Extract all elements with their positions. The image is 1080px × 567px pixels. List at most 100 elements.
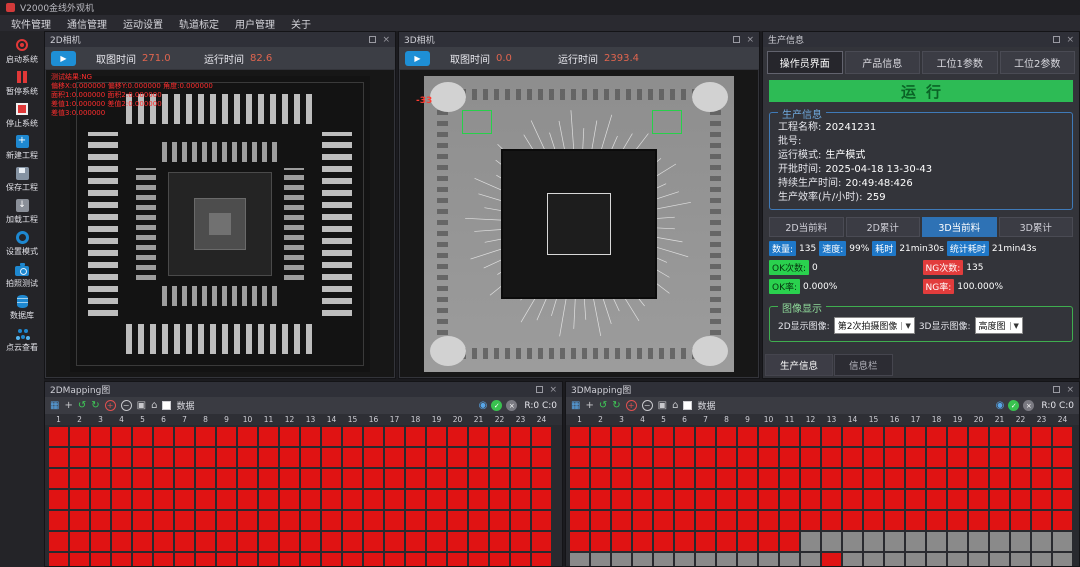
clear-mark-icon[interactable]: ×: [506, 400, 517, 411]
die-cell[interactable]: [217, 511, 236, 530]
die-cell[interactable]: [301, 490, 320, 509]
die-cell[interactable]: [532, 469, 551, 488]
tab-operator[interactable]: 操作员界面: [767, 51, 843, 74]
die-cell[interactable]: [322, 448, 341, 467]
die-cell[interactable]: [70, 448, 89, 467]
float-icon[interactable]: [1053, 386, 1060, 393]
die-cell[interactable]: [133, 448, 152, 467]
die-cell[interactable]: [532, 532, 551, 551]
die-cell[interactable]: [738, 469, 757, 488]
die-cell[interactable]: [717, 469, 736, 488]
die-cell[interactable]: [364, 490, 383, 509]
die-cell[interactable]: [738, 553, 757, 566]
die-cell[interactable]: [822, 448, 841, 467]
die-cell[interactable]: [675, 553, 694, 566]
close-icon[interactable]: ×: [1066, 385, 1074, 395]
die-cell[interactable]: [364, 511, 383, 530]
sidebar-item-stop[interactable]: 停止系统: [0, 102, 44, 129]
die-cell[interactable]: [154, 469, 173, 488]
close-icon[interactable]: ×: [1066, 35, 1074, 45]
menu-communication[interactable]: 通信管理: [60, 15, 114, 32]
die-cell[interactable]: [259, 553, 278, 566]
die-cell[interactable]: [511, 490, 530, 509]
grid-icon[interactable]: ▦: [50, 401, 59, 411]
die-cell[interactable]: [490, 427, 509, 446]
display-2d-select[interactable]: 第2次拍摄图像▼: [834, 317, 915, 334]
die-cell[interactable]: [780, 448, 799, 467]
menu-user[interactable]: 用户管理: [228, 15, 282, 32]
die-cell[interactable]: [196, 427, 215, 446]
die-cell[interactable]: [906, 511, 925, 530]
die-cell[interactable]: [238, 427, 257, 446]
die-cell[interactable]: [406, 448, 425, 467]
sidebar-item-point-cloud[interactable]: 点云查看: [0, 326, 44, 353]
die-cell[interactable]: [1032, 490, 1051, 509]
float-icon[interactable]: [733, 36, 740, 43]
die-cell[interactable]: [259, 448, 278, 467]
die-cell[interactable]: [1032, 532, 1051, 551]
die-cell[interactable]: [591, 427, 610, 446]
die-cell[interactable]: [301, 553, 320, 566]
die-cell[interactable]: [696, 490, 715, 509]
die-cell[interactable]: [612, 532, 631, 551]
die-cell[interactable]: [654, 427, 673, 446]
die-cell[interactable]: [70, 427, 89, 446]
die-cell[interactable]: [885, 511, 904, 530]
die-cell[interactable]: [217, 532, 236, 551]
die-cell[interactable]: [133, 532, 152, 551]
die-cell[interactable]: [364, 427, 383, 446]
die-cell[interactable]: [780, 469, 799, 488]
die-cell[interactable]: [385, 427, 404, 446]
die-cell[interactable]: [780, 490, 799, 509]
die-cell[interactable]: [864, 553, 883, 566]
die-cell[interactable]: [822, 532, 841, 551]
die-cell[interactable]: [490, 511, 509, 530]
die-cell[interactable]: [948, 469, 967, 488]
die-cell[interactable]: [364, 553, 383, 566]
die-cell[interactable]: [927, 469, 946, 488]
menu-software[interactable]: 软件管理: [4, 15, 58, 32]
die-cell[interactable]: [427, 532, 446, 551]
die-cell[interactable]: [364, 469, 383, 488]
die-cell[interactable]: [385, 448, 404, 467]
die-cell[interactable]: [822, 553, 841, 566]
menu-about[interactable]: 关于: [284, 15, 318, 32]
die-cell[interactable]: [759, 511, 778, 530]
die-cell[interactable]: [990, 532, 1009, 551]
die-cell[interactable]: [822, 469, 841, 488]
die-cell[interactable]: [717, 427, 736, 446]
die-cell[interactable]: [196, 511, 215, 530]
die-cell[interactable]: [969, 490, 988, 509]
close-icon[interactable]: ×: [382, 35, 390, 45]
die-cell[interactable]: [490, 469, 509, 488]
die-cell[interactable]: [280, 427, 299, 446]
die-cell[interactable]: [154, 490, 173, 509]
die-cell[interactable]: [759, 532, 778, 551]
die-cell[interactable]: [675, 511, 694, 530]
die-cell[interactable]: [927, 511, 946, 530]
die-cell[interactable]: [175, 553, 194, 566]
tab-production-info[interactable]: 生产信息: [765, 354, 833, 376]
die-cell[interactable]: [217, 553, 236, 566]
die-cell[interactable]: [633, 490, 652, 509]
die-cell[interactable]: [633, 532, 652, 551]
die-cell[interactable]: [633, 553, 652, 566]
die-cell[interactable]: [906, 448, 925, 467]
die-cell[interactable]: [822, 427, 841, 446]
die-cell[interactable]: [906, 469, 925, 488]
die-cell[interactable]: [822, 490, 841, 509]
die-cell[interactable]: [91, 553, 110, 566]
die-cell[interactable]: [696, 469, 715, 488]
die-cell[interactable]: [843, 448, 862, 467]
die-cell[interactable]: [91, 427, 110, 446]
die-cell[interactable]: [259, 490, 278, 509]
die-cell[interactable]: [238, 532, 257, 551]
die-cell[interactable]: [448, 490, 467, 509]
wafer-map-3d[interactable]: [566, 425, 1079, 566]
die-cell[interactable]: [969, 511, 988, 530]
die-cell[interactable]: [406, 490, 425, 509]
die-cell[interactable]: [427, 553, 446, 566]
die-cell[interactable]: [511, 553, 530, 566]
die-cell[interactable]: [196, 448, 215, 467]
die-cell[interactable]: [570, 448, 589, 467]
